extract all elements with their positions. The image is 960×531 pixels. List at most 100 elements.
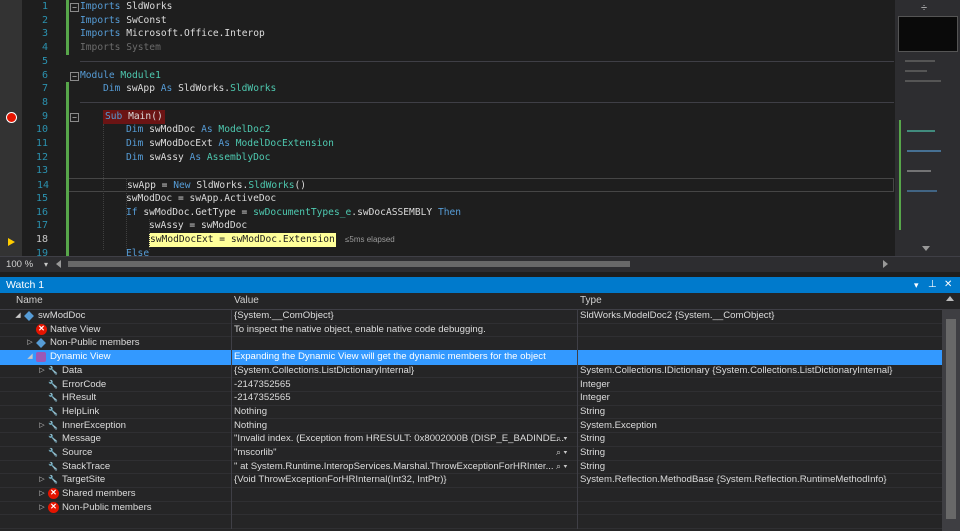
editor-map-scrollbar[interactable]: ÷ xyxy=(895,0,960,256)
code-line[interactable]: 17 swAssy = swModDoc xyxy=(0,219,896,233)
visualizer-magnifier-icon[interactable]: ⌕ ▾ xyxy=(556,446,567,460)
expand-toggle-icon[interactable]: ◢ xyxy=(14,309,22,323)
expand-toggle-icon[interactable]: ▷ xyxy=(26,336,34,350)
fold-toggle-icon[interactable]: − xyxy=(70,3,79,12)
scroll-up-icon[interactable] xyxy=(946,296,954,301)
code-line[interactable]: 1 Imports SldWorks − xyxy=(0,0,896,14)
code-line[interactable]: 16 If swModDoc.GetType = swDocumentTypes_… xyxy=(0,206,896,220)
code-line[interactable]: 14 swApp = New SldWorks.SldWorks() xyxy=(37,178,894,193)
watch-empty-row[interactable] xyxy=(0,515,942,530)
scroll-right-icon[interactable] xyxy=(883,260,888,268)
code-line[interactable]: 6 Module Module1− xyxy=(0,69,896,83)
watch-row[interactable]: 🔧 Source "mscorlib" ⌕ ▾ String xyxy=(0,446,942,461)
watch-row[interactable]: ▷ 🔧 InnerException Nothing System.Exception xyxy=(0,419,942,434)
code-line[interactable]: 15 swModDoc = swApp.ActiveDoc xyxy=(0,192,896,206)
window-menu-icon[interactable]: ▾ xyxy=(914,277,919,293)
expand-toggle-icon[interactable]: ▷ xyxy=(38,501,46,515)
watch-value[interactable]: " at System.Runtime.InteropServices.Mars… xyxy=(234,460,574,474)
watch-value[interactable]: "Invalid index. (Exception from HRESULT:… xyxy=(234,432,574,446)
code-line[interactable]: 13 xyxy=(0,164,896,178)
watch-value[interactable]: {Void ThrowExceptionForHRInternal(Int32,… xyxy=(234,473,574,487)
watch-vertical-scrollbar[interactable] xyxy=(942,309,960,531)
pin-icon[interactable]: ⊥ xyxy=(928,277,937,293)
watch-row[interactable]: ▷ 🔧 TargetSite {Void ThrowExceptionForHRInt… xyxy=(0,473,942,488)
watch-value[interactable]: Nothing xyxy=(234,419,574,433)
visualizer-magnifier-icon[interactable]: ⌕ ▾ xyxy=(556,432,567,446)
code-line[interactable]: 7 Dim swApp As SldWorks.SldWorks xyxy=(0,82,896,96)
watch-row[interactable]: 🔧 ErrorCode -2147352565 Integer xyxy=(0,378,942,393)
code-line[interactable]: 11 Dim swModDocExt As ModelDocExtension xyxy=(0,137,896,151)
code-line[interactable]: 10 Dim swModDoc As ModelDoc2 xyxy=(0,123,896,137)
watch-type xyxy=(580,336,940,350)
watch-scroll-thumb[interactable] xyxy=(946,319,956,519)
watch-value[interactable]: Nothing xyxy=(234,405,574,419)
code-line[interactable]: 18 swModDocExt = swModDoc.Extension ≤5ms e… xyxy=(0,232,896,247)
horizontal-scroll-thumb[interactable] xyxy=(68,261,630,267)
watch-row[interactable]: ◢ Dynamic View Expanding the Dynamic View … xyxy=(0,350,942,365)
wrench-icon: 🔧 xyxy=(48,379,58,389)
watch-row[interactable]: 🔧 HResult -2147352565 Integer xyxy=(0,391,942,406)
code-line[interactable]: 12 Dim swAssy As AssemblyDoc xyxy=(0,151,896,165)
column-header-type[interactable]: Type xyxy=(580,293,602,309)
expand-toggle-icon[interactable]: ▷ xyxy=(38,419,46,433)
watch-value[interactable] xyxy=(234,501,574,515)
watch-value[interactable]: {System.Collections.ListDictionaryIntern… xyxy=(234,364,574,378)
code-line[interactable]: 19 Else xyxy=(0,247,896,256)
watch-row[interactable]: 🔧 StackTrace " at System.Runtime.InteropSe… xyxy=(0,460,942,475)
expand-toggle-icon[interactable]: ▷ xyxy=(38,473,46,487)
code-text: Dim swAssy As AssemblyDoc xyxy=(126,151,270,165)
watch-type: String xyxy=(580,447,606,458)
visualizer-magnifier-icon[interactable]: ⌕ ▾ xyxy=(556,460,567,474)
watch-row[interactable]: ✕ Native View To inspect the native object… xyxy=(0,323,942,338)
expand-toggle-icon[interactable]: ▷ xyxy=(38,487,46,501)
column-header-value[interactable]: Value xyxy=(234,293,259,309)
watch-row[interactable]: ◢ swModDoc {System.__ComObject} SldWorks.Mo… xyxy=(0,309,942,324)
watch-value[interactable]: To inspect the native object, enable nat… xyxy=(234,323,574,337)
expand-toggle-icon[interactable]: ◢ xyxy=(26,350,34,364)
fold-toggle-icon[interactable]: − xyxy=(70,71,79,81)
code-token: () xyxy=(294,180,307,192)
zoom-dropdown-icon[interactable]: ▾ xyxy=(44,258,48,271)
code-token: ModelDoc2 xyxy=(212,124,271,136)
watch-type: String xyxy=(580,405,606,417)
code-line[interactable]: 3 Imports Microsoft.Office.Interop xyxy=(0,27,896,41)
code-text: Dim swModDocExt As ModelDocExtension xyxy=(126,137,334,151)
watch-value[interactable]: {System.__ComObject} xyxy=(234,309,574,323)
watch-row[interactable]: ▷ ✕ Shared members xyxy=(0,487,942,502)
code-line[interactable]: 9 Sub Main() − xyxy=(0,109,896,124)
watch-name: Shared members xyxy=(62,488,136,500)
error-icon: ✕ xyxy=(48,501,59,513)
watch-type: System.Collections.IDictionary {System.C… xyxy=(580,364,893,376)
watch-name: Message xyxy=(62,433,101,445)
code-line[interactable]: 4 Imports System xyxy=(0,41,896,55)
watch-row[interactable]: 🔧 Message "Invalid index. (Exception from … xyxy=(0,432,942,447)
watch-value[interactable]: Expanding the Dynamic View will get the … xyxy=(234,350,574,364)
watch-value[interactable] xyxy=(234,487,574,501)
close-icon[interactable]: ✕ xyxy=(944,277,952,293)
watch-window[interactable]: Watch 1 ▾ ⊥ ✕ Name Value Type ◢ swModDoc {… xyxy=(0,277,960,531)
watch-row[interactable]: ▷ Non-Public members xyxy=(0,336,942,351)
code-text: Imports System xyxy=(80,41,161,55)
code-line[interactable]: 2 Imports SwConst xyxy=(0,14,896,28)
line-number: 15 xyxy=(35,192,48,204)
watch-row[interactable]: ▷ ✕ Non-Public members xyxy=(0,501,942,516)
horizontal-scrollbar[interactable] xyxy=(56,260,888,268)
scroll-down-icon[interactable] xyxy=(922,246,930,251)
watch-name: Native View xyxy=(50,323,101,335)
watch-row[interactable]: 🔧 HelpLink Nothing String xyxy=(0,405,942,420)
watch-row[interactable]: ▷ 🔧 Data {System.Collections.ListDictionary… xyxy=(0,364,942,379)
expand-toggle-icon[interactable]: ▷ xyxy=(38,364,46,378)
watch-title-bar[interactable]: Watch 1 ▾ ⊥ ✕ xyxy=(0,277,960,293)
code-editor[interactable]: 1 Imports SldWorks −2 Imports SwConst 3 Impor… xyxy=(0,0,960,256)
watch-name: Source xyxy=(62,447,93,458)
fold-toggle-icon[interactable]: − xyxy=(70,112,79,122)
code-token: swModDocExt = swModDoc.Extension xyxy=(150,233,335,245)
watch-value[interactable]: "mscorlib" xyxy=(234,446,574,460)
watch-value[interactable] xyxy=(234,336,574,350)
watch-value[interactable]: -2147352565 xyxy=(234,378,574,392)
scroll-left-icon[interactable] xyxy=(56,260,61,268)
watch-value[interactable]: -2147352565 xyxy=(234,391,574,405)
zoom-level[interactable]: 100 % xyxy=(6,258,33,271)
column-header-name[interactable]: Name xyxy=(16,293,43,309)
split-icon[interactable]: ÷ xyxy=(921,2,927,14)
